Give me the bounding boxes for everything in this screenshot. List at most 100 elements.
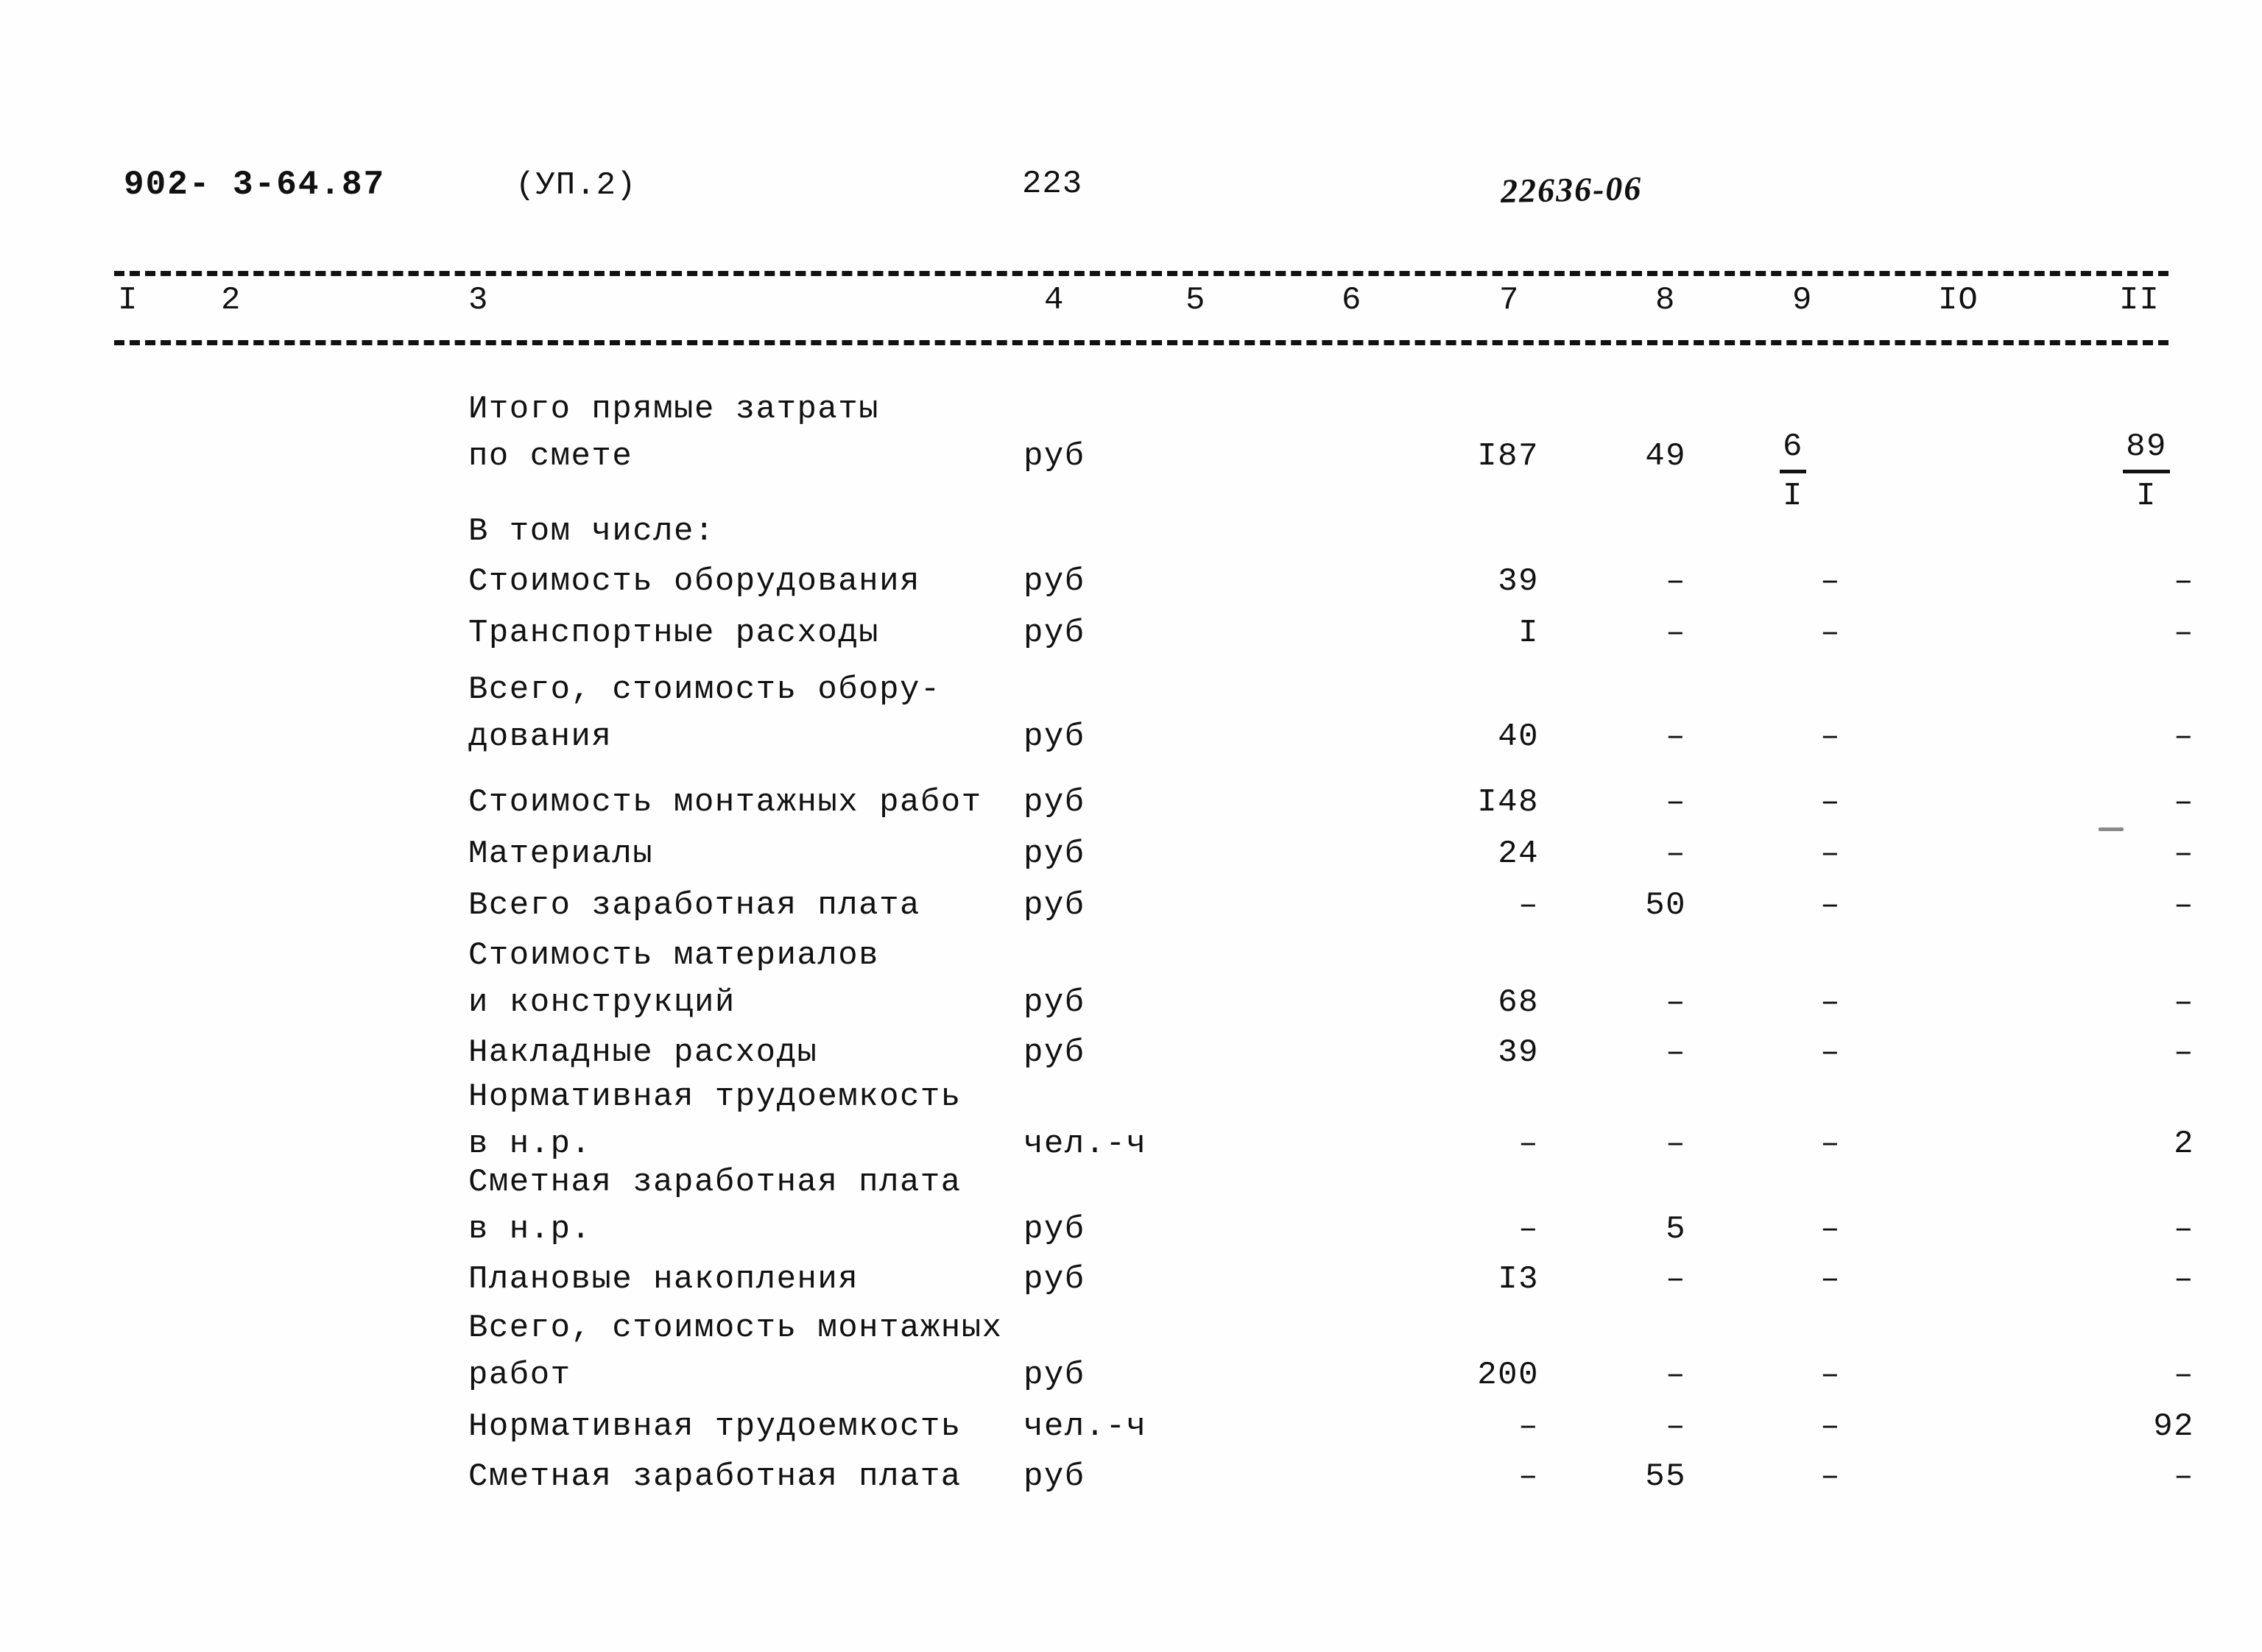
row-label: Стоимость монтажных работ — [468, 779, 982, 826]
row-label: Нормативная трудоемкость — [468, 1403, 962, 1450]
row-value-col11: – — [2174, 1261, 2194, 1298]
fraction-col11: 89 I — [2123, 426, 2170, 518]
row-label: Сметная заработная плата в н.р. — [468, 1159, 962, 1253]
row-value-col9: – — [1820, 784, 1841, 821]
row-value-col9: – — [1820, 1458, 1841, 1495]
row-unit: руб — [1023, 887, 1085, 924]
row-value-col11: – — [2174, 836, 2194, 872]
row-value-col7: 200 — [1477, 1357, 1539, 1394]
row-value-col7: – — [1518, 1126, 1539, 1162]
row-value-col7: – — [1518, 1211, 1539, 1248]
row-value-col9: – — [1820, 719, 1841, 755]
row-value-col9: – — [1820, 1211, 1841, 1248]
row-value-col7: I — [1518, 615, 1539, 652]
row-value-col8: – — [1666, 615, 1686, 652]
row-value-col11: – — [2174, 784, 2194, 821]
row-unit: руб — [1023, 784, 1085, 821]
row-label: Сметная заработная плата — [468, 1453, 962, 1500]
row-label-line1: Сметная заработная плата — [468, 1458, 962, 1495]
row-label: Стоимость оборудования — [468, 558, 920, 605]
scan-artifact-speck — [2099, 827, 2124, 831]
row-value-col8: – — [1666, 984, 1686, 1021]
row-label-line2: в н.р. — [468, 1211, 592, 1248]
row-label-line1: Плановые накопления — [468, 1261, 859, 1298]
row-value-col8: – — [1666, 784, 1686, 821]
row-unit: руб — [1023, 615, 1085, 652]
row-value-col7: – — [1518, 1408, 1539, 1445]
row-label: Транспортные расходы — [468, 610, 879, 657]
row-label: Нормативная трудоемкость в н.р. — [468, 1073, 962, 1168]
row-value-col9: – — [1820, 984, 1841, 1021]
row-unit: руб — [1023, 719, 1085, 755]
row-value-col11: – — [2174, 615, 2194, 652]
row-label-line1: Транспортные расходы — [468, 615, 880, 652]
row-unit: руб — [1023, 836, 1085, 872]
row-label-line1: Нормативная трудоемкость — [468, 1408, 962, 1445]
row-label-line1: Итого прямые затраты — [468, 391, 880, 428]
row-unit: руб — [1023, 984, 1085, 1021]
row-value-col7: – — [1518, 1458, 1539, 1495]
document-page: 902- 3-64.87 (УП.2) 223 22636-06 I 2 3 4… — [0, 0, 2262, 1652]
row-label: Стоимость материалов и конструкций — [468, 932, 879, 1026]
row-value-col11: – — [2174, 1357, 2194, 1394]
row-label-line1: Нормативная трудоемкость — [468, 1079, 962, 1115]
row-unit: руб — [1023, 1034, 1085, 1071]
row-value-col11: 92 — [2153, 1408, 2194, 1445]
row-label-line1: Стоимость оборудования — [468, 563, 920, 600]
row-value-col11: – — [2174, 887, 2194, 924]
row-value-col11: 89 I — [2099, 426, 2194, 520]
row-value-col11: – — [2174, 563, 2194, 600]
row-label: Накладные расходы — [468, 1029, 817, 1076]
row-label-line1: Всего, стоимость монтажных — [468, 1310, 1003, 1346]
fraction-denominator: I — [2136, 478, 2157, 515]
row-value-col9: – — [1820, 1261, 1841, 1298]
row-value-col11: – — [2174, 1458, 2194, 1495]
row-value-col7: I3 — [1498, 1261, 1539, 1298]
row-value-col8: 50 — [1645, 887, 1686, 924]
row-value-col8: – — [1666, 719, 1686, 755]
row-unit: руб — [1023, 1211, 1085, 1248]
row-label: Материалы — [468, 830, 653, 878]
row-value-col9: – — [1820, 836, 1841, 872]
fraction-numerator: 89 — [2123, 426, 2170, 473]
row-value-col8: 55 — [1645, 1458, 1686, 1495]
row-value-col9: – — [1820, 1357, 1841, 1394]
row-label: Итого прямые затраты по смете — [468, 386, 879, 480]
row-unit: чел.-ч — [1023, 1126, 1147, 1162]
row-unit: руб — [1023, 1458, 1085, 1495]
row-label-line1: В том числе: — [468, 513, 715, 550]
row-value-col8: – — [1666, 1126, 1686, 1162]
row-value-col7: – — [1518, 887, 1539, 924]
row-unit: руб — [1023, 438, 1085, 475]
row-value-col8: – — [1666, 1034, 1686, 1071]
row-label-line1: Материалы — [468, 836, 654, 872]
row-value-col9: – — [1820, 615, 1841, 652]
row-label-line2: работ — [468, 1357, 571, 1394]
row-value-col9: – — [1820, 1034, 1841, 1071]
row-unit: чел.-ч — [1023, 1408, 1147, 1445]
row-label-line2: по смете — [468, 438, 633, 475]
row-unit: руб — [1023, 1261, 1085, 1298]
row-label: Плановые накопления — [468, 1256, 859, 1303]
row-unit: руб — [1023, 563, 1085, 600]
row-value-col7: 24 — [1498, 836, 1539, 872]
row-value-col9: – — [1820, 887, 1841, 924]
row-value-col9: 6 I — [1745, 426, 1841, 520]
row-label: Всего, стоимость обору- дования — [468, 666, 941, 760]
row-value-col11: – — [2174, 984, 2194, 1021]
row-value-col7: 40 — [1498, 719, 1539, 755]
fraction-numerator: 6 — [1780, 426, 1806, 473]
row-value-col8: – — [1666, 1357, 1686, 1394]
row-value-col11: – — [2174, 719, 2194, 755]
row-value-col9: – — [1820, 563, 1841, 600]
row-label-line2: дования — [468, 719, 613, 755]
row-label: Всего заработная плата — [468, 882, 920, 929]
row-value-col11: – — [2174, 1034, 2194, 1071]
row-label-line1: Накладные расходы — [468, 1034, 818, 1071]
row-value-col11: – — [2174, 1211, 2194, 1248]
row-label-line1: Сметная заработная плата — [468, 1164, 962, 1201]
row-label-line1: Всего заработная плата — [468, 887, 920, 924]
row-value-col8: – — [1666, 836, 1686, 872]
row-value-col7: I48 — [1477, 784, 1539, 821]
row-label-line2: и конструкций — [468, 984, 736, 1021]
